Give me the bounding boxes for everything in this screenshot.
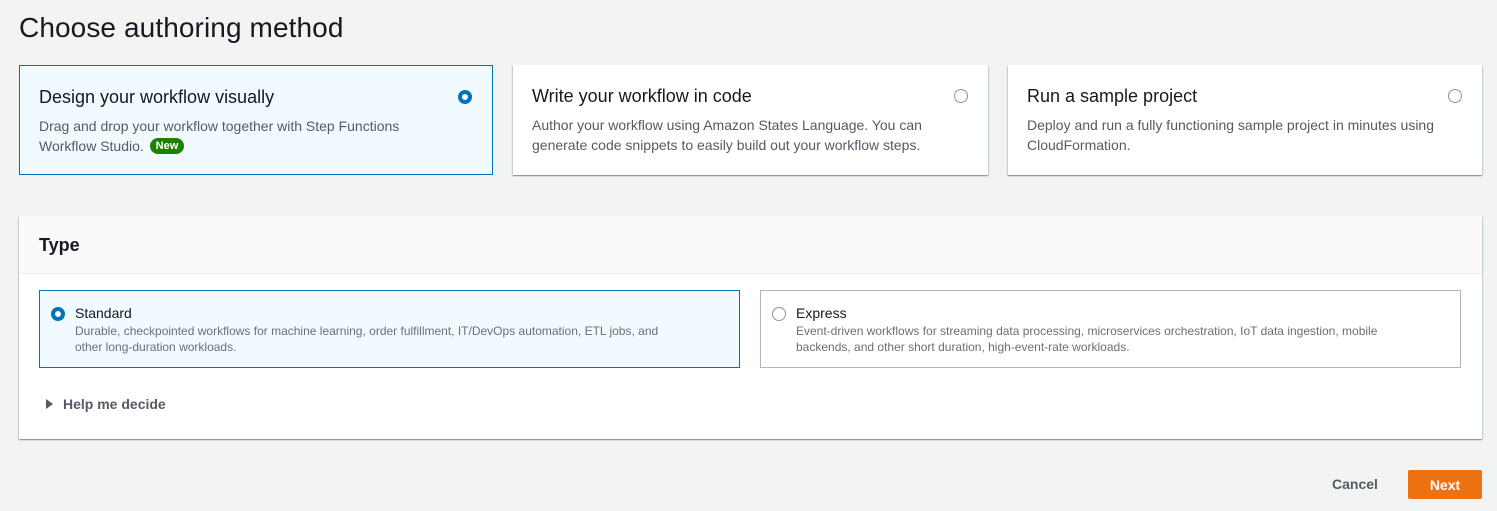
type-radio-standard[interactable] xyxy=(51,307,65,321)
method-card-title: Design your workflow visually xyxy=(39,87,275,107)
type-panel: Type Standard Durable, checkpointed work… xyxy=(19,216,1482,439)
method-radio-sample[interactable] xyxy=(1448,89,1462,103)
method-card-sample[interactable]: Run a sample project Deploy and run a fu… xyxy=(1008,65,1482,175)
type-radio-express[interactable] xyxy=(772,307,786,321)
type-tile-description: Durable, checkpointed workflows for mach… xyxy=(75,324,659,354)
method-radio-visual[interactable] xyxy=(458,90,472,104)
caret-right-icon xyxy=(46,399,53,409)
new-badge: New xyxy=(149,138,185,155)
type-tile-title: Express xyxy=(796,305,847,321)
type-tile-express[interactable]: Express Event-driven workflows for strea… xyxy=(760,290,1461,368)
page-title: Choose authoring method xyxy=(19,12,344,43)
type-tile-standard[interactable]: Standard Durable, checkpointed workflows… xyxy=(39,290,740,368)
cancel-button[interactable]: Cancel xyxy=(1318,470,1392,498)
method-card-description: Drag and drop your workflow together wit… xyxy=(39,118,400,155)
help-me-decide-toggle[interactable]: Help me decide xyxy=(46,396,166,412)
help-me-decide-label: Help me decide xyxy=(63,396,166,412)
next-button[interactable]: Next xyxy=(1408,470,1482,499)
method-card-title: Write your workflow in code xyxy=(532,86,752,106)
method-card-description: Deploy and run a fully functioning sampl… xyxy=(1027,117,1435,153)
method-card-title: Run a sample project xyxy=(1027,86,1198,106)
type-tile-title: Standard xyxy=(75,305,132,321)
type-header: Type xyxy=(19,216,1482,274)
method-card-visual[interactable]: Design your workflow visually Drag and d… xyxy=(19,65,493,175)
method-card-description: Author your workflow using Amazon States… xyxy=(532,117,922,153)
method-card-code[interactable]: Write your workflow in code Author your … xyxy=(513,65,988,175)
method-radio-code[interactable] xyxy=(954,89,968,103)
type-tile-description: Event-driven workflows for streaming dat… xyxy=(796,324,1378,354)
